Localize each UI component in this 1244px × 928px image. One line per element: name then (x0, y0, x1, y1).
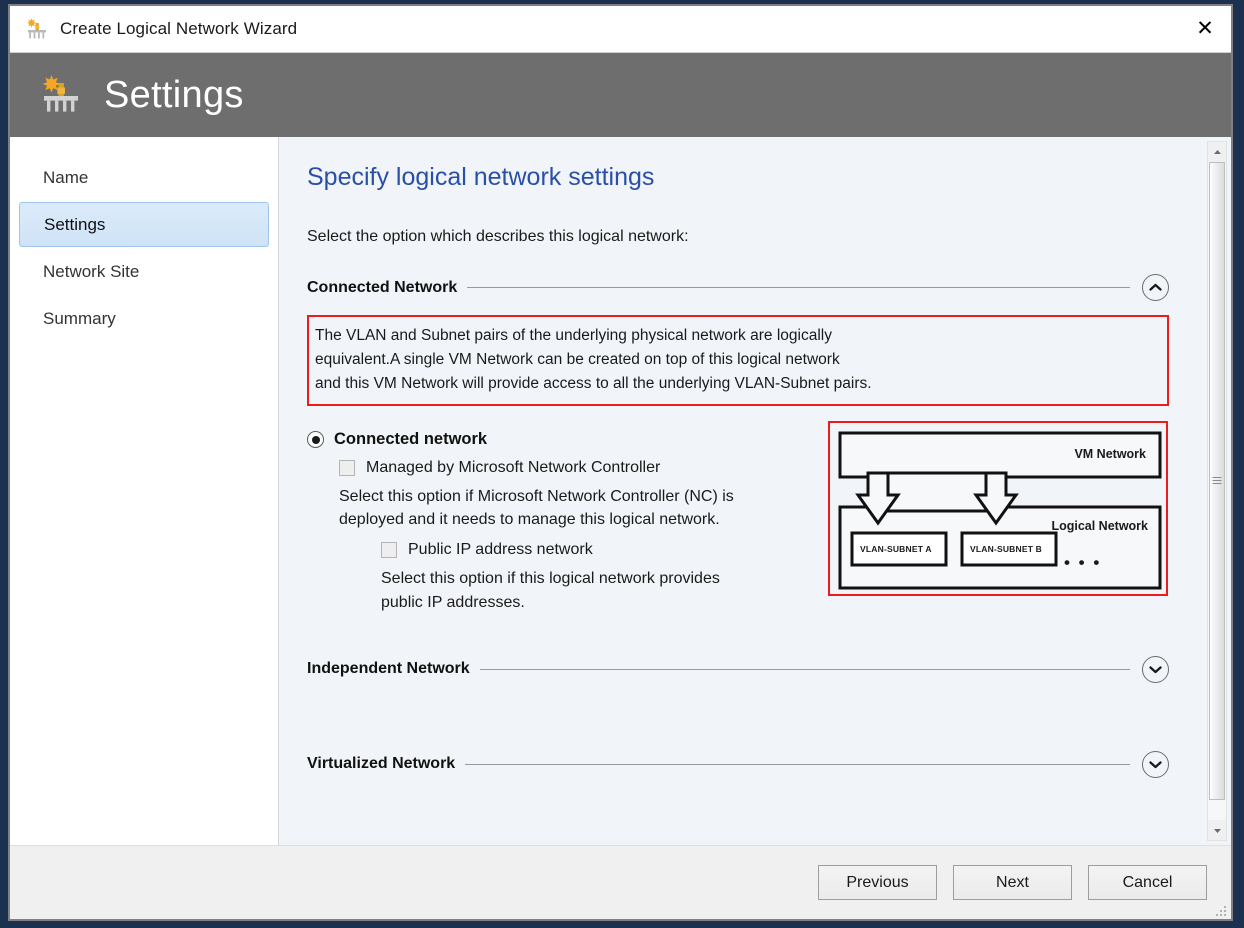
section-divider (467, 287, 1130, 288)
scroll-down-icon[interactable] (1208, 821, 1226, 840)
diagram-ellipsis: • • • (1064, 553, 1102, 573)
section-header-independent-network: Independent Network (307, 655, 1169, 683)
diagram-subnet-label-b: VLAN-SUBNET B (970, 544, 1043, 555)
description-line-1: The VLAN and Subnet pairs of the underly… (315, 327, 832, 344)
scrollbar-grip-icon (1212, 477, 1222, 485)
sidebar-item-summary[interactable]: Summary (19, 296, 269, 341)
scrollbar-track[interactable] (1208, 162, 1226, 820)
diagram-logical-network-label: Logical Network (1051, 519, 1148, 534)
page-header-title: Settings (104, 73, 244, 116)
logical-network-icon (24, 16, 50, 42)
section-divider (465, 763, 1130, 765)
dialog-body: Name Settings Network Site Summary Speci… (10, 137, 1231, 845)
section-label-virtualized-network: Virtualized Network (307, 755, 456, 773)
public-ip-help-line-2: public IP addresses. (381, 593, 525, 611)
wizard-step-nav: Name Settings Network Site Summary (10, 137, 279, 845)
close-icon[interactable]: ✕ (1179, 6, 1231, 50)
wizard-header: Settings (10, 52, 1231, 137)
content-scrollbar[interactable] (1207, 141, 1227, 841)
description-line-2: equivalent.A single VM Network can be cr… (315, 351, 840, 369)
scroll-up-icon[interactable] (1208, 142, 1226, 161)
cancel-button[interactable]: Cancel (1088, 865, 1207, 900)
section-divider (479, 668, 1130, 670)
logical-network-icon (38, 72, 84, 118)
create-logical-network-wizard-dialog: Create Logical Network Wizard ✕ Settings (8, 4, 1233, 921)
chevron-up-icon[interactable] (1142, 274, 1169, 301)
intro-text: Select the option which describes this l… (307, 228, 689, 245)
checkbox-indicator[interactable] (339, 460, 355, 477)
section-label-independent-network: Independent Network (307, 660, 470, 678)
radio-button-indicator[interactable] (307, 431, 324, 449)
previous-button[interactable]: Previous (818, 865, 937, 900)
checkbox-managed-by-nc-label: Managed by Microsoft Network Controller (366, 459, 661, 477)
public-ip-help-line-1: Select this option if this logical netwo… (381, 570, 720, 588)
section-label-connected-network: Connected Network (307, 278, 458, 296)
diagram-canvas: VM Network Logical Network VLAN-SUBNET A… (836, 429, 1162, 590)
title-bar: Create Logical Network Wizard ✕ (10, 6, 1231, 52)
description-line-3: and this VM Network will provide access … (315, 375, 872, 393)
section-header-virtualized-network: Virtualized Network (307, 750, 1169, 778)
screen-background: Create Logical Network Wizard ✕ Settings (0, 0, 1244, 928)
section-header-connected-network: Connected Network (307, 274, 1169, 301)
checkbox-indicator[interactable] (381, 542, 397, 559)
dialog-footer: Previous Next Cancel (10, 845, 1231, 919)
sidebar-item-network-site[interactable]: Network Site (19, 249, 269, 294)
chevron-down-icon[interactable] (1142, 655, 1169, 683)
description-highlight-box: The VLAN and Subnet pairs of the underly… (307, 315, 1169, 407)
settings-content-pane: Specify logical network settings Select … (279, 137, 1231, 845)
network-topology-diagram: VM Network Logical Network VLAN-SUBNET A… (828, 421, 1168, 597)
radio-connected-network-label: Connected network (334, 430, 488, 449)
window-title: Create Logical Network Wizard (60, 19, 298, 38)
sidebar-item-settings[interactable]: Settings (19, 202, 269, 247)
page-title: Specify logical network settings (307, 163, 655, 191)
next-button[interactable]: Next (953, 865, 1072, 900)
scrollbar-thumb[interactable] (1209, 162, 1225, 801)
connected-network-options: Connected network Managed by Microsoft N… (307, 421, 1169, 614)
diagram-vm-network-label: VM Network (1074, 447, 1146, 462)
chevron-down-icon[interactable] (1142, 750, 1169, 778)
checkbox-public-ip-label: Public IP address network (408, 541, 593, 559)
managed-by-nc-help-line-2: deployed and it needs to manage this log… (339, 511, 720, 529)
managed-by-nc-help-line-1: Select this option if Microsoft Network … (339, 488, 734, 506)
diagram-subnet-label-a: VLAN-SUBNET A (860, 544, 932, 555)
sidebar-item-name[interactable]: Name (19, 155, 269, 200)
resize-grip-icon[interactable] (1212, 902, 1226, 916)
